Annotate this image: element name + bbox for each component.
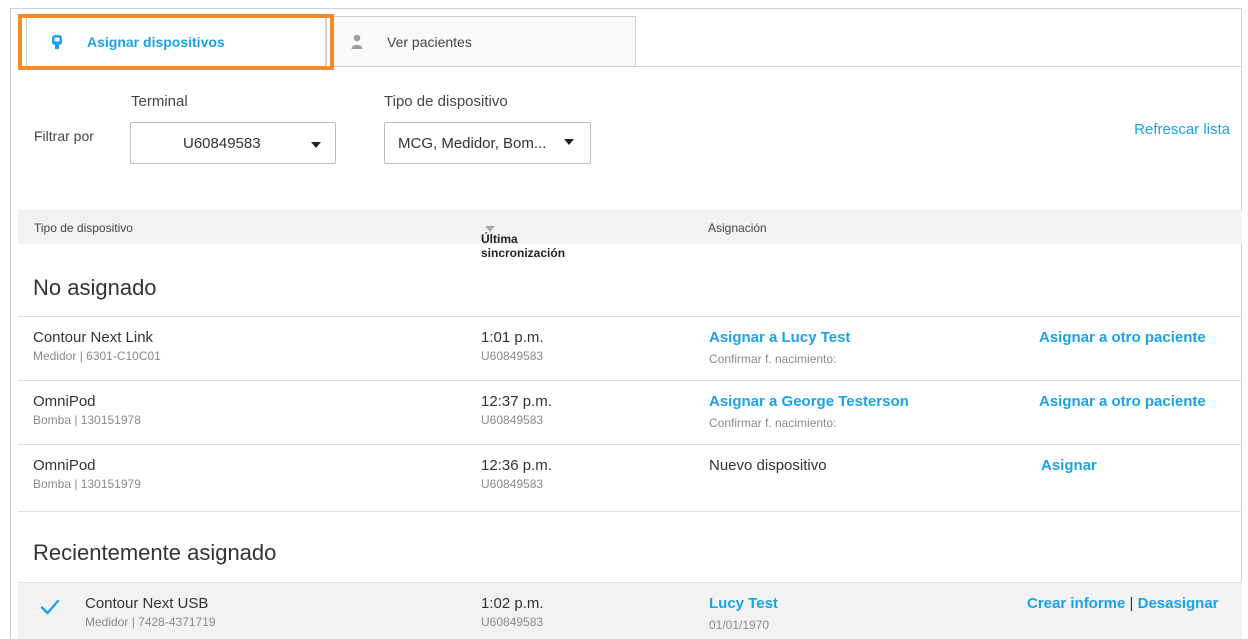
terminal-select-value: U60849583 <box>183 134 261 152</box>
device-name: Contour Next USB <box>85 595 209 612</box>
table-row: Contour Next Link Medidor | 6301-C10C01 … <box>18 316 1242 380</box>
table-header: Tipo de dispositivo Última sincronizació… <box>18 210 1242 260</box>
filter-label: Filtrar por <box>34 128 94 144</box>
patient-dob: 01/01/1970 <box>709 618 770 632</box>
sync-terminal: U60849583 <box>481 615 544 629</box>
device-type-caption: Tipo de dispositivo <box>384 93 508 110</box>
assign-other-patient-link[interactable]: Asignar a otro paciente <box>1039 329 1206 346</box>
device-name: OmniPod <box>33 393 96 410</box>
new-device-label: Nuevo dispositivo <box>709 457 827 474</box>
refresh-list-link[interactable]: Refrescar lista <box>1134 121 1230 138</box>
sync-terminal: U60849583 <box>481 349 544 363</box>
assign-link[interactable]: Asignar <box>1041 457 1097 474</box>
device-name: Contour Next Link <box>33 329 154 346</box>
device-detail: Bomba | 130151978 <box>33 413 141 427</box>
terminal-select[interactable]: U60849583 <box>130 122 336 164</box>
section-title-unassigned: No asignado <box>33 275 157 300</box>
sort-down-icon <box>485 225 495 232</box>
sync-time: 1:02 p.m. <box>481 595 544 612</box>
tab-bar: Asignar dispositivos Ver pacientes <box>10 14 1242 70</box>
device-detail: Bomba | 130151979 <box>33 477 141 491</box>
sync-time: 12:37 p.m. <box>481 393 552 410</box>
assign-to-patient-link[interactable]: Asignar a George Testerson <box>709 393 909 410</box>
sync-time: 12:36 p.m. <box>481 457 552 474</box>
table-row: OmniPod Bomba | 130151979 12:36 p.m. U60… <box>18 444 1242 512</box>
device-detail: Medidor | 7428-4371719 <box>85 615 216 629</box>
tab-view-patients[interactable]: Ver pacientes <box>326 16 636 67</box>
confirm-dob-label: Confirmar f. nacimiento: <box>709 416 837 430</box>
tab-label: Asignar dispositivos <box>87 34 225 50</box>
sync-time: 1:01 p.m. <box>481 329 544 346</box>
table-row: OmniPod Bomba | 130151978 12:37 p.m. U60… <box>18 380 1242 444</box>
chevron-down-icon <box>311 142 321 148</box>
create-report-link[interactable]: Crear informe <box>1027 595 1125 612</box>
device-type-select[interactable]: MCG, Medidor, Bom... <box>384 122 591 164</box>
device-detail: Medidor | 6301-C10C01 <box>33 349 161 363</box>
action-separator: | <box>1129 595 1134 612</box>
tab-label: Ver pacientes <box>387 33 472 50</box>
device-name: OmniPod <box>33 457 96 474</box>
section-title-recent: Recientemente asignado <box>33 540 277 565</box>
checkmark-icon <box>40 599 60 620</box>
person-icon <box>327 34 387 50</box>
device-icon <box>27 34 87 50</box>
confirm-dob-label: Confirmar f. nacimiento: <box>709 352 837 366</box>
chevron-down-icon <box>564 139 574 145</box>
sync-terminal: U60849583 <box>481 477 544 491</box>
column-header-device-type: Tipo de dispositivo <box>34 221 133 235</box>
assign-other-patient-link[interactable]: Asignar a otro paciente <box>1039 393 1206 410</box>
column-header-last-sync[interactable]: Última sincronización <box>481 221 565 260</box>
device-type-select-value: MCG, Medidor, Bom... <box>398 134 547 152</box>
tab-assign-devices[interactable]: Asignar dispositivos <box>26 16 326 67</box>
unassign-link[interactable]: Desasignar <box>1138 595 1219 612</box>
table-row: Contour Next USB Medidor | 7428-4371719 … <box>18 582 1242 639</box>
column-header-assignment: Asignación <box>708 221 767 235</box>
sync-terminal: U60849583 <box>481 413 544 427</box>
assign-to-patient-link[interactable]: Asignar a Lucy Test <box>709 329 850 346</box>
patient-link[interactable]: Lucy Test <box>709 595 778 612</box>
terminal-caption: Terminal <box>131 93 188 110</box>
